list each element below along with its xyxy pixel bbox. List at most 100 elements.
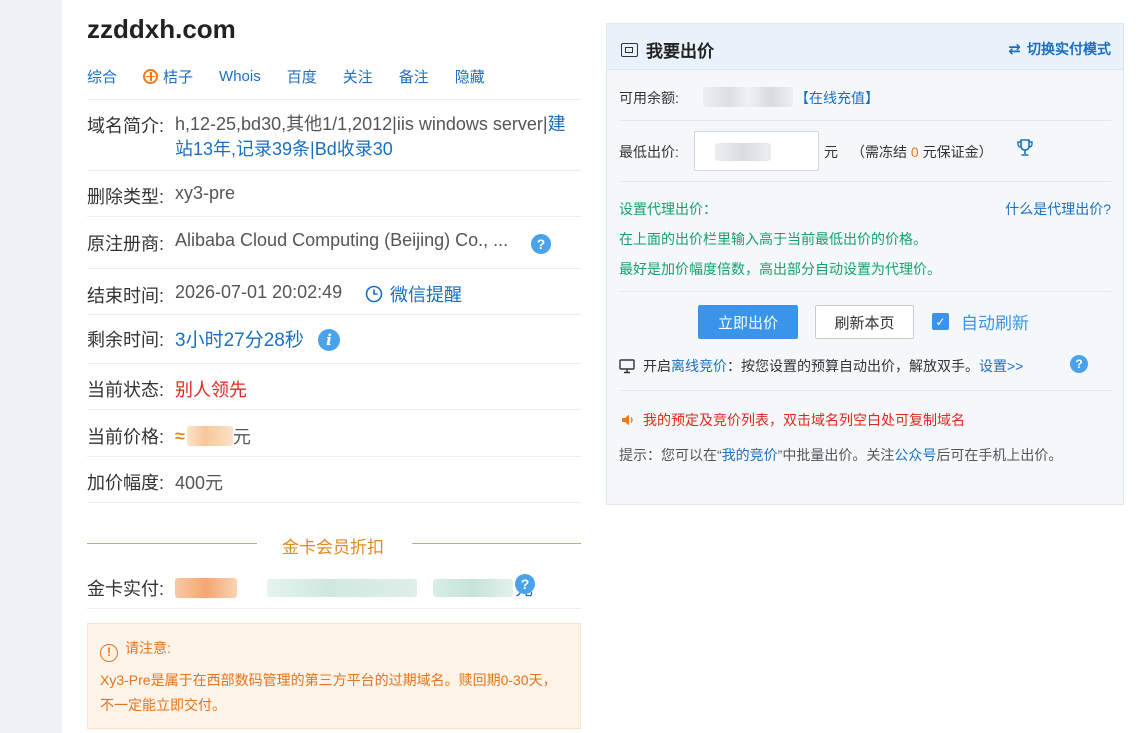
speaker-icon — [622, 414, 633, 426]
status-value: 别人领先 — [175, 380, 247, 400]
registrar-label: 原注册商: — [87, 234, 165, 254]
tab-note[interactable]: 备注 — [399, 66, 429, 87]
tab-follow[interactable]: 关注 — [343, 66, 373, 87]
min-bid-label: 最低出价: — [619, 144, 679, 160]
bid-now-button[interactable]: 立即出价 — [698, 305, 798, 339]
min-bid-unit: 元 — [824, 144, 838, 160]
end-time-label: 结束时间: — [87, 286, 165, 306]
delete-type-row: 删除类型: xy3-pre — [87, 171, 581, 217]
balance-row: 可用余额: 【在线充值】 — [619, 71, 1111, 121]
delete-type-value: xy3-pre — [175, 183, 236, 203]
hint-text: 提示：您可以在“我的竞价”中批量出价。关注公众号后可在手机上出价。 — [619, 443, 1109, 468]
orange-icon — [143, 68, 159, 84]
intro-link-records[interactable]: 站13年,记录39条|Bd收录30 — [175, 139, 393, 159]
gold-pay-blurred-1 — [175, 578, 237, 598]
domain-title: zzddxh.com — [87, 14, 236, 44]
remaining-value: 3小时27分28秒 — [175, 330, 304, 351]
recharge-link[interactable]: 【在线充值】 — [795, 88, 879, 108]
freeze-amount: 0 — [910, 144, 919, 160]
proxy-tip-1: 在上面的出价栏里输入高于当前最低出价的价格。 — [619, 231, 927, 247]
increment-row: 加价幅度: 400元 — [87, 457, 581, 503]
proxy-help-link[interactable]: 什么是代理出价? — [1005, 199, 1111, 219]
domain-tabs: 综合 桔子 Whois 百度 关注 备注 隐藏 — [87, 66, 511, 86]
price-value: ≈ 元 — [175, 423, 251, 449]
increment-label: 加价幅度: — [87, 473, 165, 493]
end-time-value: 2026-07-01 20:02:49 — [175, 282, 343, 302]
info-icon[interactable]: i — [318, 329, 340, 351]
proxy-bid-section: 设置代理出价： 什么是代理出价? 在上面的出价栏里输入高于当前最低出价的价格。 … — [619, 182, 1111, 292]
intro-label: 域名简介: — [87, 116, 165, 136]
end-time-row: 结束时间: 2026-07-01 20:02:49 微信提醒 — [87, 269, 581, 315]
my-bid-list-text: 我的预定及竞价列表，双击域名列空白处可复制域名 — [643, 412, 965, 428]
notice-title: 请注意: — [125, 640, 171, 656]
refresh-page-button[interactable]: 刷新本页 — [815, 305, 914, 339]
status-row: 当前状态: 别人领先 — [87, 364, 581, 410]
intro-link-build[interactable]: 建 — [548, 114, 566, 134]
intro-row: 域名简介: h,12-25,bd30,其他1/1,2012|iis window… — [87, 99, 581, 171]
offline-bid-text: 开启 离线竞价 ：按您设置的预算自动出价，解放双手。 设置>> — [619, 356, 1023, 376]
price-blurred — [186, 426, 233, 446]
balance-blurred — [703, 87, 793, 107]
status-label: 当前状态: — [87, 380, 165, 400]
question-icon[interactable]: ? — [531, 234, 551, 254]
question-icon[interactable]: ? — [1070, 355, 1088, 373]
tab-whois[interactable]: Whois — [219, 68, 261, 85]
trophy-icon[interactable] — [1016, 138, 1034, 161]
bid-panel-title: 我要出价 — [621, 37, 714, 62]
freeze-pre: （需冻结 — [851, 144, 907, 160]
desktop-icon — [619, 358, 635, 373]
registrar-value: Alibaba Cloud Computing (Beijing) Co., .… — [175, 230, 509, 250]
proxy-tip-2: 最好是加价幅度倍数，高出部分自动设置为代理价。 — [619, 261, 941, 277]
settings-link[interactable]: 设置>> — [979, 356, 1023, 376]
bid-panel-header: 我要出价 ⇄ 切换实付模式 — [607, 24, 1123, 70]
registrar-row: 原注册商: Alibaba Cloud Computing (Beijing) … — [87, 217, 581, 269]
auto-refresh-checkbox[interactable]: ✓ — [932, 313, 949, 330]
gold-discount-title: 金卡会员折扣 — [282, 538, 384, 557]
gold-pay-blurred-3 — [433, 579, 513, 597]
clock-icon — [365, 285, 383, 303]
notice-box: ! 请注意: Xy3-Pre是属于在西部数码管理的第三方平台的过期域名。赎回期0-… — [87, 623, 581, 729]
offline-pre: 开启 — [643, 358, 671, 374]
remaining-label: 剩余时间: — [87, 330, 165, 350]
offline-post: ：按您设置的预算自动出价，解放双手。 — [727, 358, 979, 374]
wechat-remind-link[interactable]: 微信提醒 — [365, 281, 462, 307]
proxy-label: 设置代理出价： — [619, 201, 717, 217]
intro-value: h,12-25,bd30,其他1/1,2012|iis windows serv… — [175, 112, 581, 162]
official-account-link[interactable]: 公众号 — [894, 447, 936, 463]
gold-pay-value: 元 — [175, 575, 533, 601]
min-bid-blurred — [715, 143, 771, 161]
increment-value: 400元 — [175, 473, 224, 493]
intro-text: h,12-25,bd30,其他1/1,2012|iis windows serv… — [175, 114, 548, 134]
tab-hide[interactable]: 隐藏 — [455, 66, 485, 87]
gold-discount-divider: 金卡会员折扣 — [87, 533, 581, 557]
price-label: 当前价格: — [87, 427, 165, 447]
balance-label: 可用余额: — [619, 90, 679, 106]
price-row: 当前价格: ≈ 元 — [87, 410, 581, 457]
question-icon[interactable]: ? — [515, 574, 535, 594]
notice-body: Xy3-Pre是属于在西部数码管理的第三方平台的过期域名。赎回期0-30天，不一… — [100, 671, 557, 713]
freeze-note: （需冻结 0 元保证金） — [851, 142, 993, 162]
switch-mode-link[interactable]: ⇄ 切换实付模式 — [1008, 39, 1111, 59]
remaining-row: 剩余时间: 3小时27分28秒 i — [87, 315, 581, 364]
price-unit: 元 — [232, 427, 251, 447]
divider-line-left — [87, 543, 257, 544]
price-approx: ≈ — [175, 425, 185, 446]
warning-icon: ! — [100, 643, 118, 662]
tab-overview[interactable]: 综合 — [87, 66, 117, 87]
my-bid-list-link[interactable]: 我的预定及竞价列表，双击域名列空白处可复制域名 — [621, 410, 965, 430]
gold-pay-row: 金卡实付: 元 ? — [87, 563, 581, 609]
offline-bid-link[interactable]: 离线竞价 — [671, 356, 727, 376]
min-bid-input[interactable] — [694, 131, 819, 171]
tab-juzi[interactable]: 桔子 — [143, 66, 193, 87]
offline-bid-row: 开启 离线竞价 ：按您设置的预算自动出价，解放双手。 设置>> ? — [619, 354, 1111, 391]
monitor-icon — [621, 42, 638, 57]
hint-pre: 提示：您可以在 — [619, 447, 717, 463]
auto-refresh-label[interactable]: 自动刷新 — [961, 309, 1029, 334]
tab-baidu[interactable]: 百度 — [287, 66, 317, 87]
tab-juzi-label: 桔子 — [163, 68, 194, 86]
delete-type-label: 删除类型: — [87, 187, 165, 207]
switch-mode-label: 切换实付模式 — [1027, 41, 1111, 57]
freeze-post: 元保证金） — [922, 144, 993, 160]
wechat-remind-label: 微信提醒 — [390, 285, 462, 305]
my-bids-link[interactable]: 我的竞价 — [722, 447, 778, 463]
